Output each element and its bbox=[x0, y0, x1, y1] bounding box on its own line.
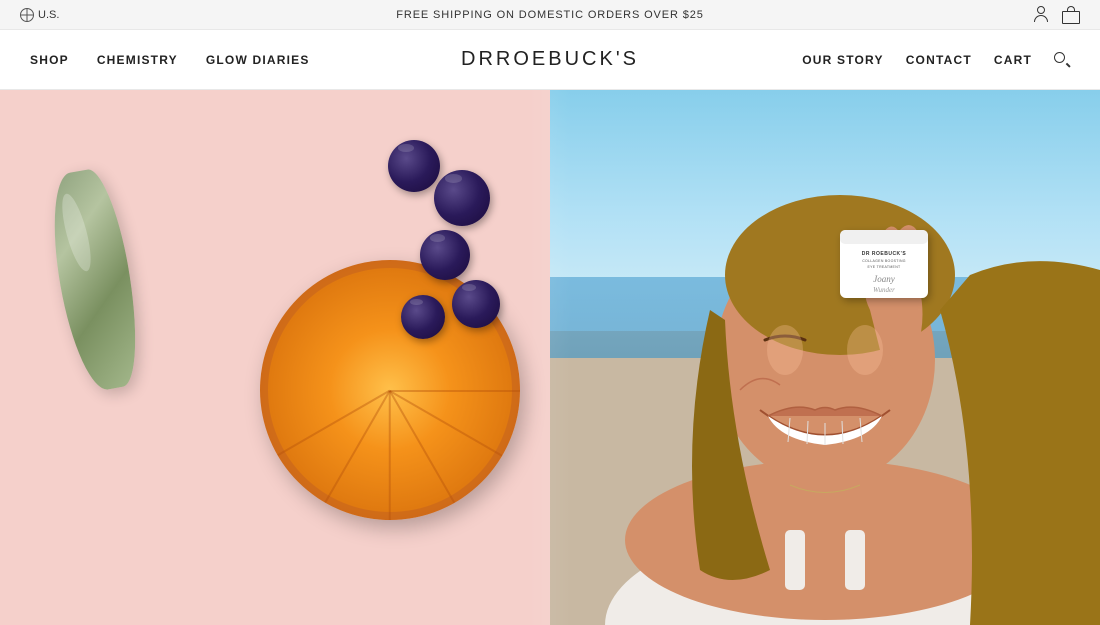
nav-chemistry[interactable]: CHEMISTRY bbox=[97, 53, 178, 67]
hero-left-panel bbox=[0, 90, 550, 625]
announcement-text: FREE SHIPPING ON DOMESTIC ORDERS OVER $2… bbox=[396, 9, 703, 21]
hero-right-panel: DR ROEBUCK'S COLLAGEN BOOSTING EYE TREAT… bbox=[550, 90, 1100, 625]
nav-cart[interactable]: CART bbox=[994, 53, 1032, 67]
blueberry-5 bbox=[401, 295, 445, 339]
pink-background bbox=[0, 90, 550, 625]
nav-shop[interactable]: SHOP bbox=[30, 53, 69, 67]
region-selector[interactable]: U.S. bbox=[20, 8, 59, 22]
smear-shape bbox=[41, 166, 148, 395]
account-button[interactable] bbox=[1032, 6, 1050, 24]
cart-bag-icon bbox=[1062, 6, 1080, 24]
announcement-bar: U.S. FREE SHIPPING ON DOMESTIC ORDERS OV… bbox=[0, 0, 1100, 30]
nav-contact[interactable]: CONTACT bbox=[906, 53, 972, 67]
svg-text:DR ROEBUCK'S: DR ROEBUCK'S bbox=[862, 251, 907, 257]
site-logo[interactable]: DRROEBUCK'S bbox=[461, 48, 639, 71]
search-icon bbox=[1054, 52, 1070, 68]
account-icon bbox=[1032, 6, 1050, 24]
blueberry-3 bbox=[420, 230, 470, 280]
hero-section: DR ROEBUCK'S COLLAGEN BOOSTING EYE TREAT… bbox=[0, 90, 1100, 625]
main-header: SHOP CHEMISTRY GLOW DIARIES DRROEBUCK'S … bbox=[0, 30, 1100, 90]
region-label: U.S. bbox=[38, 9, 59, 21]
nav-our-story[interactable]: OUR STORY bbox=[802, 53, 883, 67]
product-smear bbox=[60, 170, 130, 390]
nav-glow-diaries[interactable]: GLOW DIARIES bbox=[206, 53, 310, 67]
hero-right-content: DR ROEBUCK'S COLLAGEN BOOSTING EYE TREAT… bbox=[550, 90, 1100, 625]
blueberry-2 bbox=[434, 170, 490, 226]
grapefruit-container bbox=[240, 140, 520, 520]
svg-text:EYE TREATMENT: EYE TREATMENT bbox=[868, 265, 902, 269]
person-illustration: DR ROEBUCK'S COLLAGEN BOOSTING EYE TREAT… bbox=[550, 90, 1100, 625]
search-button[interactable] bbox=[1054, 52, 1070, 68]
blueberry-4 bbox=[452, 280, 500, 328]
header-icons bbox=[1032, 6, 1080, 24]
svg-text:COLLAGEN BOOSTING: COLLAGEN BOOSTING bbox=[862, 259, 906, 263]
svg-text:Wunder: Wunder bbox=[873, 286, 895, 294]
blueberry-1 bbox=[388, 140, 440, 192]
svg-text:Joany: Joany bbox=[873, 274, 895, 284]
globe-icon bbox=[20, 8, 34, 22]
cart-button[interactable] bbox=[1062, 6, 1080, 24]
